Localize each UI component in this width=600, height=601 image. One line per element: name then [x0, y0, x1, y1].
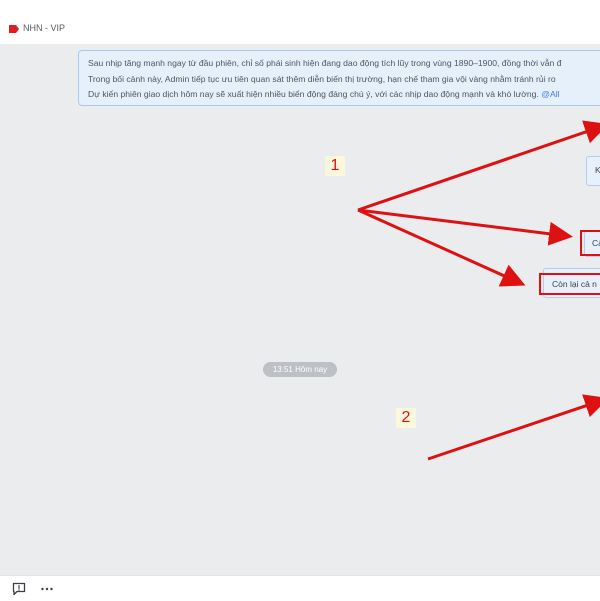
message-bubble-k[interactable]: K — [586, 156, 600, 186]
more-icon[interactable] — [39, 581, 55, 597]
chat-title[interactable]: NHN - VIP — [23, 23, 65, 33]
feedback-icon[interactable] — [11, 581, 27, 597]
chat-area: Sau nhịp tăng mạnh ngay từ đầu phiên, ch… — [0, 44, 600, 575]
message-line: Trong bối cảnh này, Admin tiếp tục ưu ti… — [88, 73, 556, 84]
message-bubble-ca[interactable]: Cả — [584, 231, 600, 257]
annotation-label-2: 2 — [396, 408, 416, 428]
chat-footer — [0, 575, 600, 601]
message-snippet: Cả — [592, 238, 600, 248]
tag-icon — [9, 25, 19, 33]
message-bubble-con-lai[interactable]: Còn lại cả n — [543, 268, 600, 298]
message-bubble[interactable]: Sau nhịp tăng mạnh ngay từ đầu phiên, ch… — [78, 50, 600, 106]
message-line: Sau nhịp tăng mạnh ngay từ đầu phiên, ch… — [88, 58, 562, 68]
timestamp-pill: 13:51 Hôm nay — [263, 362, 337, 377]
message-snippet: Còn lại cả n — [552, 279, 597, 289]
message-line-text: Dự kiến phiên giao dịch hôm nay sẽ xuất … — [88, 89, 539, 99]
message-snippet: K — [595, 165, 600, 175]
message-line: Dự kiến phiên giao dịch hôm nay sẽ xuất … — [88, 87, 600, 103]
annotation-label-1: 1 — [325, 156, 345, 176]
chat-header: NHN - VIP — [0, 0, 600, 45]
mention-all[interactable]: @All — [541, 89, 559, 99]
